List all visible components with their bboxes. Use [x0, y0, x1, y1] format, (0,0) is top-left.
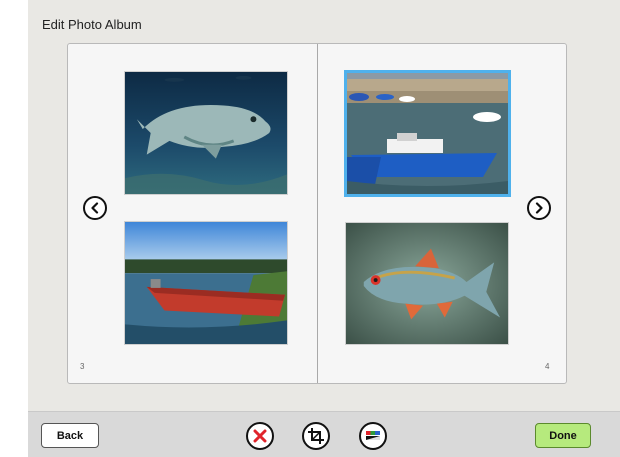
- previous-page-button[interactable]: [83, 196, 107, 220]
- color-adjust-button[interactable]: [359, 422, 387, 450]
- right-page-number: 4: [545, 362, 550, 371]
- delete-x-icon: [253, 429, 267, 443]
- crop-photo-button[interactable]: [302, 422, 330, 450]
- delete-photo-button[interactable]: [246, 422, 274, 450]
- photo-red-boat-lake[interactable]: [124, 221, 288, 345]
- colorful-fish-image: [346, 223, 508, 344]
- crop-icon: [308, 428, 324, 444]
- chevron-right-icon: [535, 202, 543, 214]
- bottom-toolbar: Back Done: [28, 411, 620, 457]
- color-adjust-icon: [366, 431, 380, 440]
- photo-grouper-fish[interactable]: [124, 71, 288, 195]
- red-boat-lake-image: [125, 222, 287, 344]
- photo-blue-boats[interactable]: [344, 70, 511, 197]
- next-page-button[interactable]: [527, 196, 551, 220]
- page-title: Edit Photo Album: [42, 17, 142, 32]
- album-spine: [317, 44, 318, 383]
- blue-boats-image: [347, 73, 508, 194]
- chevron-left-icon: [91, 202, 99, 214]
- left-page-number: 3: [80, 362, 85, 371]
- done-button[interactable]: Done: [535, 423, 591, 448]
- photo-colorful-fish[interactable]: [345, 222, 509, 345]
- photo-album-spread: 3 4: [67, 43, 567, 384]
- app-window: Edit Photo Album 3 4 Back Done: [28, 0, 620, 457]
- back-button[interactable]: Back: [41, 423, 99, 448]
- grouper-fish-image: [125, 72, 287, 194]
